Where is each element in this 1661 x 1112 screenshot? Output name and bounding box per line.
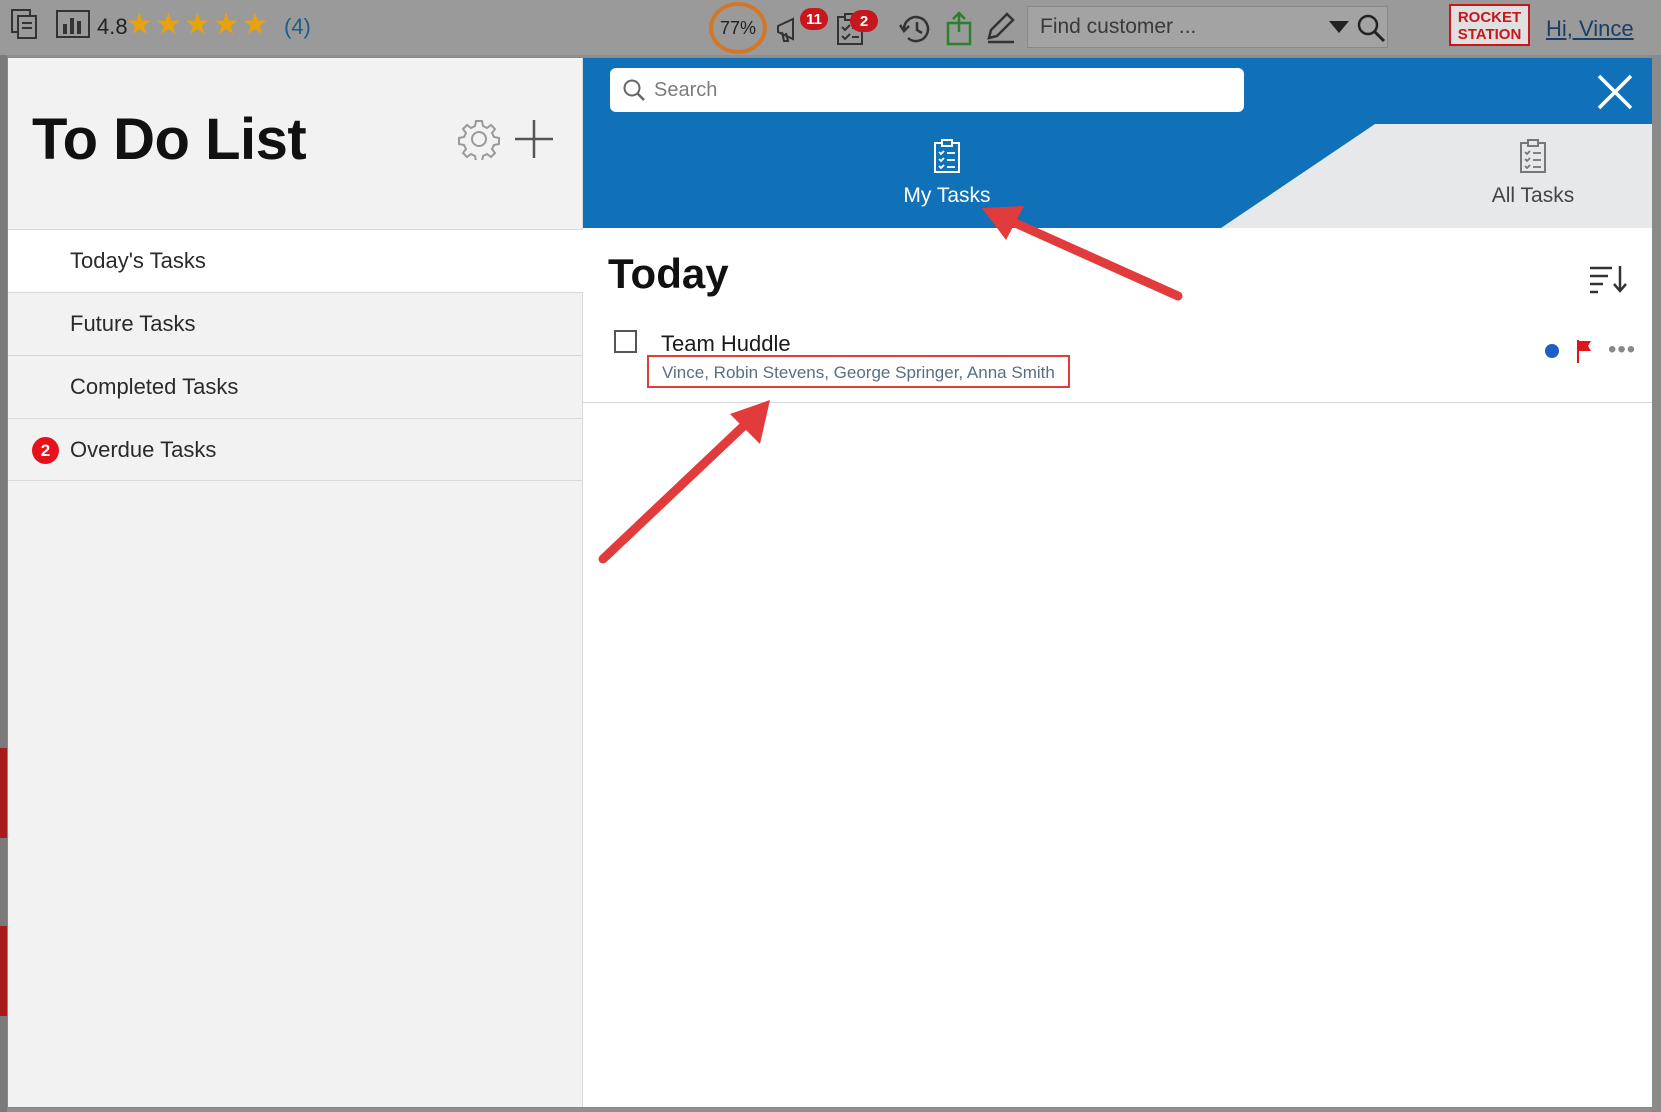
logo-line-2: STATION <box>1457 26 1522 43</box>
search-icon <box>622 78 646 102</box>
tab-label: All Tasks <box>1491 184 1575 207</box>
task-scope-tabs: My Tasks All Tasks <box>583 124 1652 228</box>
background-right-edge <box>1651 55 1661 1112</box>
edit-pencil-icon[interactable] <box>985 12 1017 44</box>
share-export-icon[interactable] <box>945 10 973 46</box>
progress-label: 77% <box>719 17 757 38</box>
task-row[interactable]: Team Huddle Vince, Robin Stevens, George… <box>583 318 1652 403</box>
tab-label: My Tasks <box>903 184 991 207</box>
task-filter-nav: Today's Tasks Future Tasks Completed Tas… <box>8 229 583 481</box>
star-icon: ★ <box>154 8 182 41</box>
logo-line-1: ROCKET <box>1457 9 1522 26</box>
nav-item-future-tasks[interactable]: Future Tasks <box>8 292 583 355</box>
task-status-dot <box>1545 344 1559 358</box>
dropdown-caret-icon[interactable] <box>1328 19 1350 35</box>
find-customer-box <box>1027 6 1388 48</box>
background-red-mark <box>0 926 7 1016</box>
notifications-badge: 11 <box>800 8 828 30</box>
rocket-station-logo[interactable]: ROCKET STATION <box>1449 4 1530 46</box>
sort-icon[interactable] <box>1588 264 1628 299</box>
rating-stars[interactable]: ★ ★ ★ ★ ★ <box>126 8 269 42</box>
search-header <box>583 58 1652 124</box>
nav-item-todays-tasks[interactable]: Today's Tasks <box>8 229 583 292</box>
overdue-count-badge: 2 <box>32 437 59 464</box>
progress-ring[interactable]: 77% <box>709 2 767 54</box>
user-greeting-link[interactable]: Hi, Vince <box>1546 16 1634 42</box>
nav-item-label: Overdue Tasks <box>70 436 217 462</box>
task-panel: My Tasks All Tasks Today Team Huddle Vin… <box>583 58 1652 1107</box>
nav-item-label: Today's Tasks <box>70 248 206 273</box>
task-title[interactable]: Team Huddle <box>661 331 791 357</box>
documents-icon[interactable] <box>10 8 40 40</box>
add-task-icon[interactable] <box>513 118 555 165</box>
todo-list-modal: To Do List Today's Tasks Future Tasks Co… <box>7 57 1652 1108</box>
rating-value: 4.8 <box>97 14 128 39</box>
search-icon[interactable] <box>1356 13 1386 43</box>
reports-chart-icon[interactable] <box>56 10 90 38</box>
task-search-input[interactable] <box>646 78 1206 102</box>
nav-item-overdue-tasks[interactable]: 2 Overdue Tasks <box>8 418 583 481</box>
star-icon: ★ <box>126 8 153 41</box>
more-options-icon[interactable]: ••• <box>1608 336 1636 364</box>
nav-item-label: Future Tasks <box>70 311 196 336</box>
find-customer-input[interactable] <box>1028 15 1308 39</box>
search-box <box>610 68 1244 112</box>
todo-sidebar: To Do List Today's Tasks Future Tasks Co… <box>8 58 583 1107</box>
rating-count[interactable]: (4) <box>284 14 311 40</box>
sidebar-title: To Do List <box>32 107 307 172</box>
star-icon: ★ <box>183 8 211 41</box>
gear-icon[interactable] <box>458 118 500 165</box>
annotation-highlight-box <box>647 355 1070 388</box>
clipboard-icon <box>1519 138 1547 180</box>
priority-flag-icon[interactable] <box>1575 338 1593 369</box>
tab-all-tasks[interactable]: All Tasks <box>1438 138 1628 208</box>
tasks-badge: 2 <box>850 10 878 32</box>
star-icon: ★ <box>241 8 269 41</box>
background-red-mark <box>0 748 7 838</box>
nav-item-completed-tasks[interactable]: Completed Tasks <box>8 355 583 418</box>
close-icon[interactable] <box>1595 72 1635 112</box>
top-toolbar: 4.8 ★ ★ ★ ★ ★ (4) 77% 11 2 ROCKET STATIO… <box>0 0 1661 55</box>
clipboard-icon <box>933 138 961 180</box>
task-complete-checkbox[interactable] <box>614 330 637 353</box>
section-title: Today <box>608 250 729 297</box>
star-icon: ★ <box>212 8 240 41</box>
nav-item-label: Completed Tasks <box>70 374 239 399</box>
history-icon[interactable] <box>898 12 934 46</box>
tab-my-tasks[interactable]: My Tasks <box>852 138 1042 208</box>
